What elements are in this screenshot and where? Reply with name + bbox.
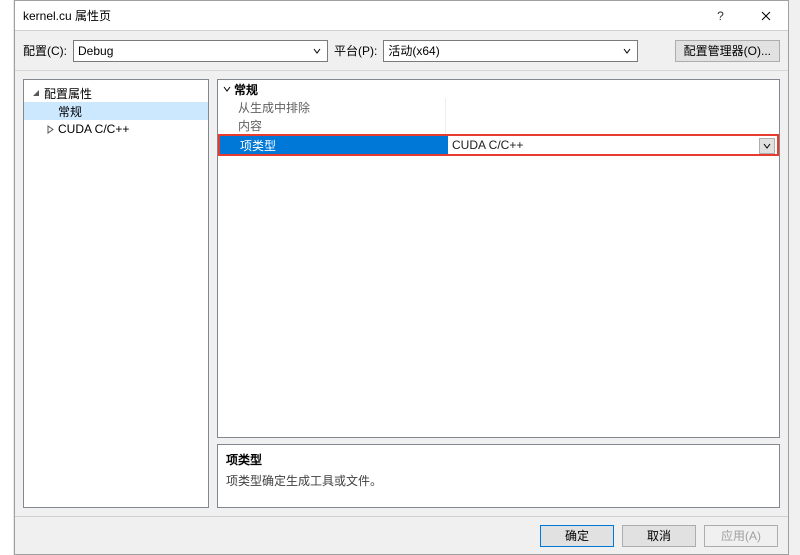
- property-row-item-type[interactable]: 项类型 CUDA C/C++: [218, 134, 779, 156]
- ok-button[interactable]: 确定: [540, 525, 614, 547]
- platform-label: 平台(P):: [334, 42, 377, 59]
- dropdown-button[interactable]: [759, 138, 775, 154]
- dialog-button-bar: 确定 取消 应用(A): [15, 516, 788, 554]
- help-button[interactable]: ?: [698, 1, 743, 31]
- config-toolbar: 配置(C): Debug 平台(P): 活动(x64) 配置管理器(O)...: [15, 31, 788, 71]
- property-name: 内容: [218, 116, 446, 134]
- description-title: 项类型: [226, 451, 771, 468]
- tree-item-label: CUDA C/C++: [58, 122, 129, 136]
- tree-root[interactable]: 配置属性: [24, 84, 208, 102]
- property-value[interactable]: [446, 116, 779, 134]
- config-combo[interactable]: Debug: [73, 40, 328, 62]
- property-value[interactable]: [446, 98, 779, 116]
- help-icon: ?: [717, 9, 724, 23]
- apply-button: 应用(A): [704, 525, 778, 547]
- property-name: 从生成中排除: [218, 98, 446, 116]
- property-name: 项类型: [220, 136, 448, 154]
- titlebar: kernel.cu 属性页 ?: [15, 1, 788, 31]
- config-value: Debug: [78, 44, 113, 58]
- property-row-exclude[interactable]: 从生成中排除: [218, 98, 779, 116]
- tree-root-label: 配置属性: [44, 85, 92, 102]
- property-grid: 常规 从生成中排除 内容 项类型 CUDA C/C++: [217, 79, 780, 438]
- cancel-button[interactable]: 取消: [622, 525, 696, 547]
- chevron-down-icon: [620, 44, 634, 58]
- config-label: 配置(C):: [23, 42, 67, 59]
- close-icon: [761, 11, 771, 21]
- property-page-dialog: kernel.cu 属性页 ? 配置(C): Debug 平台(P): 活动(x…: [14, 0, 789, 555]
- right-column: 常规 从生成中排除 内容 项类型 CUDA C/C++: [217, 79, 780, 508]
- expander-open-icon: [30, 87, 42, 99]
- description-panel: 项类型 项类型确定生成工具或文件。: [217, 444, 780, 508]
- platform-value: 活动(x64): [388, 42, 439, 59]
- property-value[interactable]: CUDA C/C++: [448, 136, 777, 154]
- description-text: 项类型确定生成工具或文件。: [226, 472, 771, 489]
- platform-combo[interactable]: 活动(x64): [383, 40, 638, 62]
- category-tree[interactable]: 配置属性 常规 CUDA C/C++: [23, 79, 209, 508]
- tree-item-cuda[interactable]: CUDA C/C++: [24, 120, 208, 138]
- tree-item-general[interactable]: 常规: [24, 102, 208, 120]
- tree-item-label: 常规: [58, 103, 82, 120]
- editor-gutter: [0, 0, 14, 555]
- window-title: kernel.cu 属性页: [15, 7, 111, 24]
- collapse-icon: [220, 85, 234, 93]
- property-group-header[interactable]: 常规: [218, 80, 779, 98]
- close-button[interactable]: [743, 1, 788, 31]
- expander-closed-icon: [44, 123, 56, 135]
- property-row-content[interactable]: 内容: [218, 116, 779, 134]
- dialog-body: 配置属性 常规 CUDA C/C++ 常规 从生成中排除: [15, 71, 788, 516]
- chevron-down-icon: [310, 44, 324, 58]
- config-manager-button[interactable]: 配置管理器(O)...: [675, 40, 780, 62]
